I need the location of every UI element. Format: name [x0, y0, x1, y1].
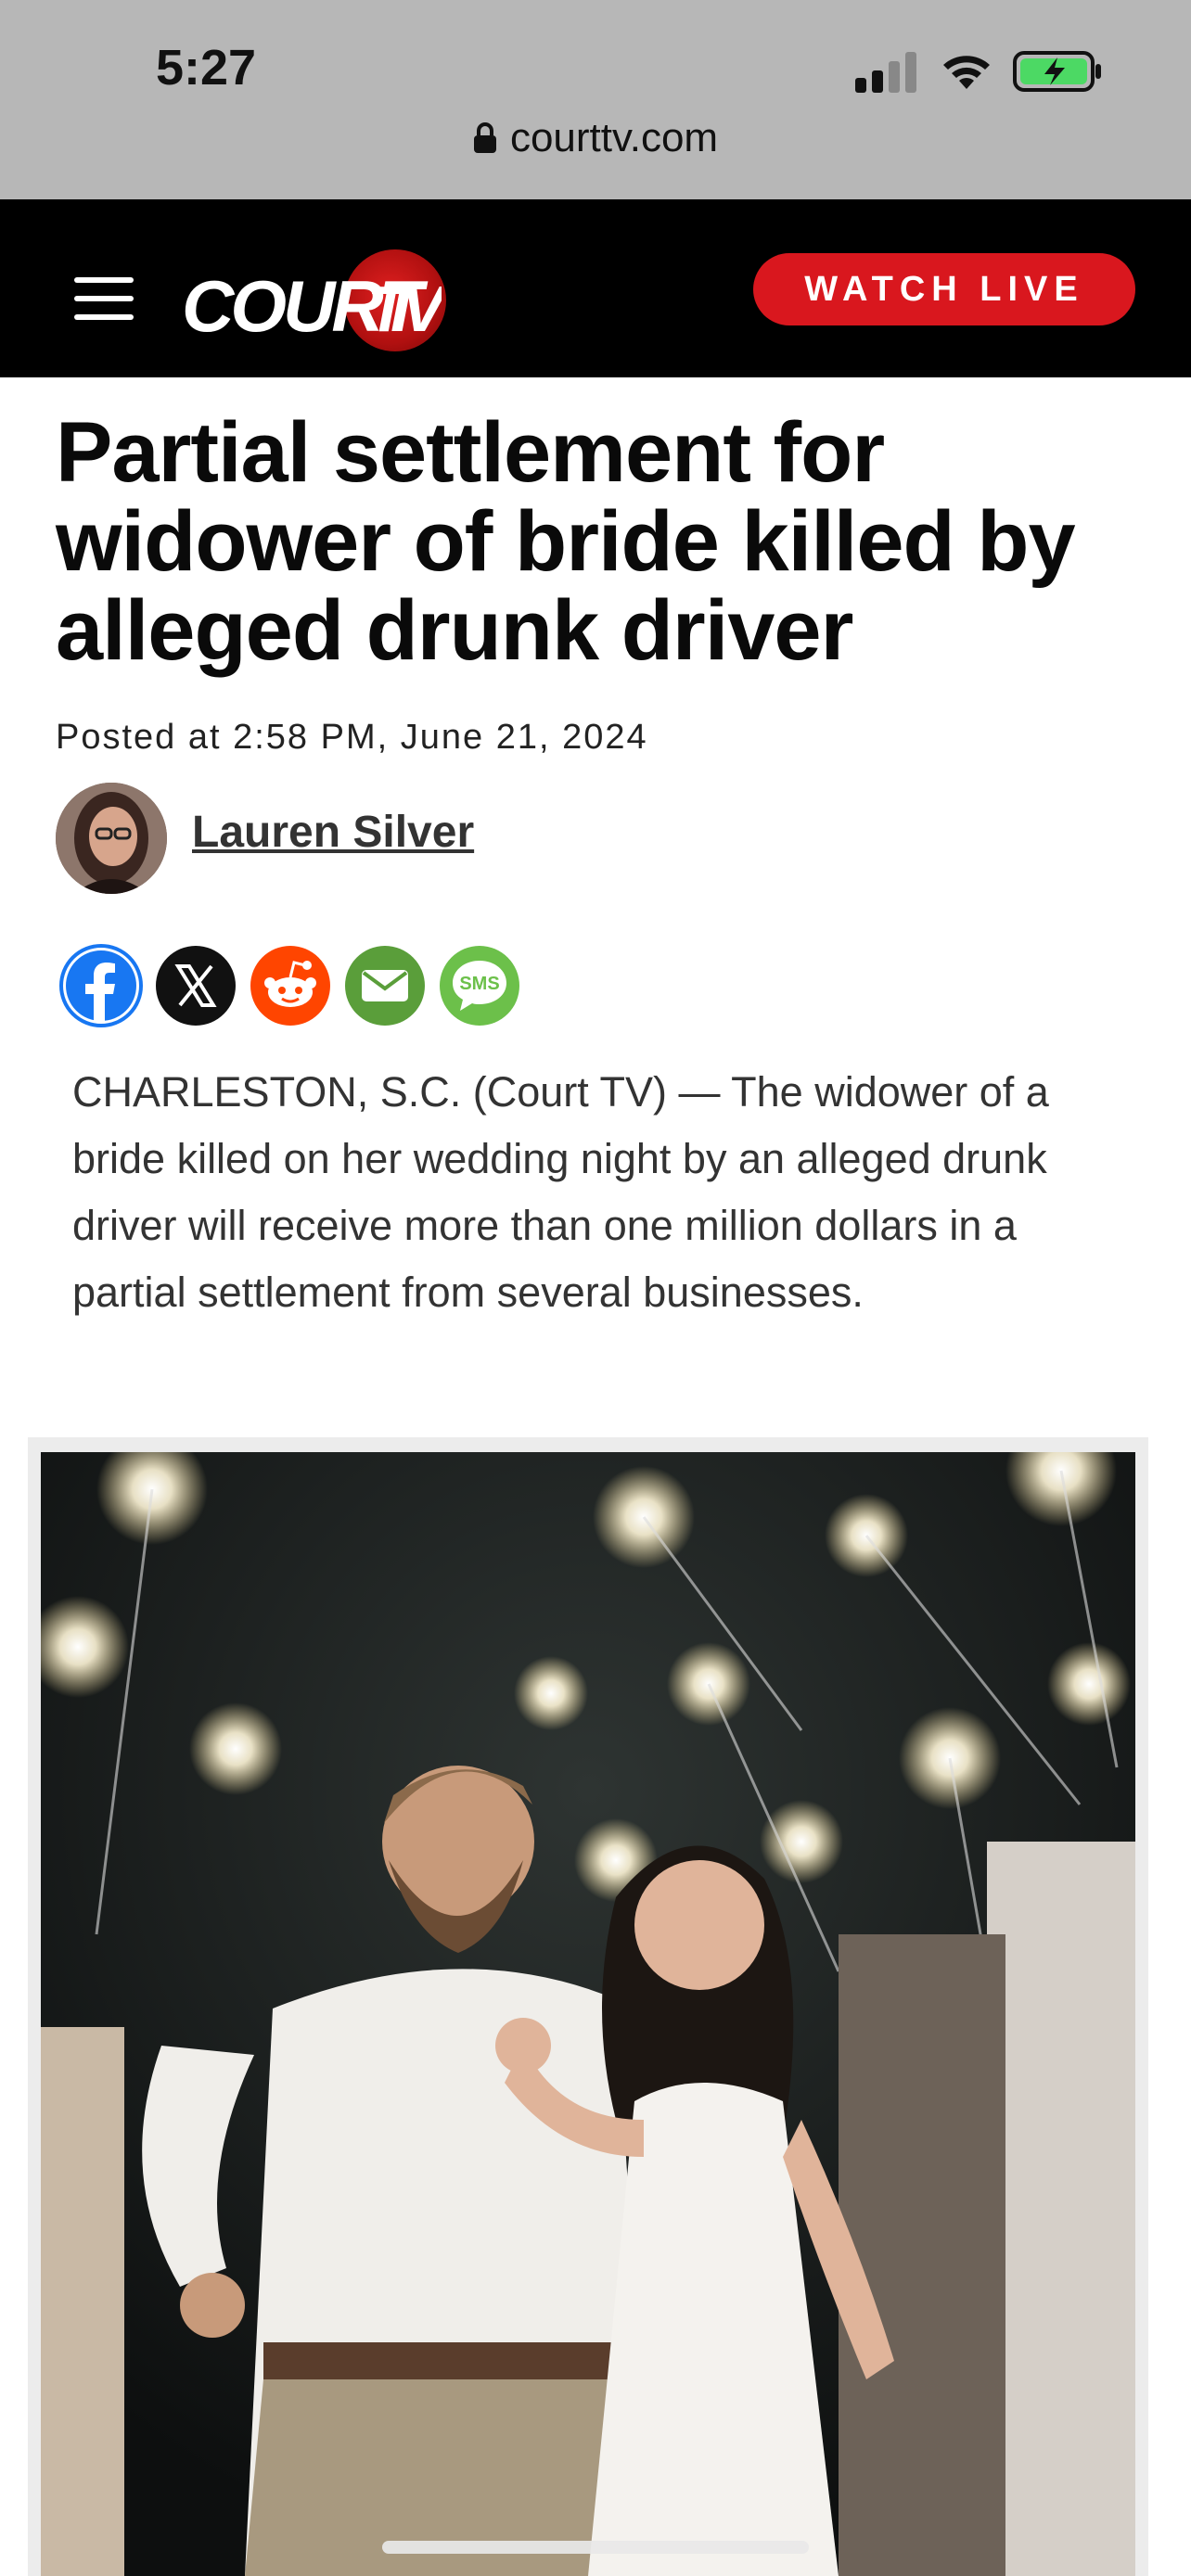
email-share-button[interactable] — [343, 944, 427, 1027]
author-link[interactable]: Lauren Silver — [192, 807, 474, 858]
status-time: 5:27 — [156, 40, 257, 96]
email-icon — [345, 946, 425, 1026]
url-text: courttv.com — [509, 115, 719, 160]
lock-icon — [473, 122, 496, 153]
sms-icon-label: SMS — [459, 974, 499, 994]
home-indicator — [382, 2541, 809, 2554]
wifi-icon — [943, 56, 990, 89]
svg-text:TV: TV — [367, 273, 442, 344]
status-bar: 5:27 courttv.com — [0, 0, 1191, 199]
reddit-icon — [250, 946, 330, 1026]
address-bar[interactable]: courttv.com — [0, 115, 1191, 180]
article-photo[interactable] — [41, 1452, 1135, 2576]
posted-date: Posted at 2:58 PM, June 21, 2024 — [56, 718, 648, 757]
watch-live-button[interactable]: WATCH LIVE — [753, 253, 1135, 325]
logo-tv-letters: TV — [367, 273, 442, 344]
menu-icon[interactable] — [74, 277, 134, 320]
sms-icon: SMS — [440, 946, 519, 1026]
facebook-icon — [59, 944, 143, 1027]
cellular-signal-icon — [855, 52, 916, 93]
article-lede: CHARLESTON, S.C. (Court TV) — The widowe… — [72, 1068, 1049, 1316]
x-share-button[interactable] — [154, 944, 237, 1027]
sms-share-button[interactable]: SMS — [438, 944, 521, 1027]
article-headline: Partial settlement for widower of bride … — [56, 405, 1076, 678]
courttv-logo[interactable]: COURT TV — [182, 236, 451, 351]
site-header: COURT TV WATCH LIVE — [0, 199, 1191, 377]
author-avatar[interactable] — [56, 783, 167, 894]
reddit-share-button[interactable] — [249, 944, 332, 1027]
facebook-share-button[interactable] — [59, 944, 143, 1027]
battery-charging-icon — [1013, 51, 1101, 92]
x-icon — [156, 946, 236, 1026]
